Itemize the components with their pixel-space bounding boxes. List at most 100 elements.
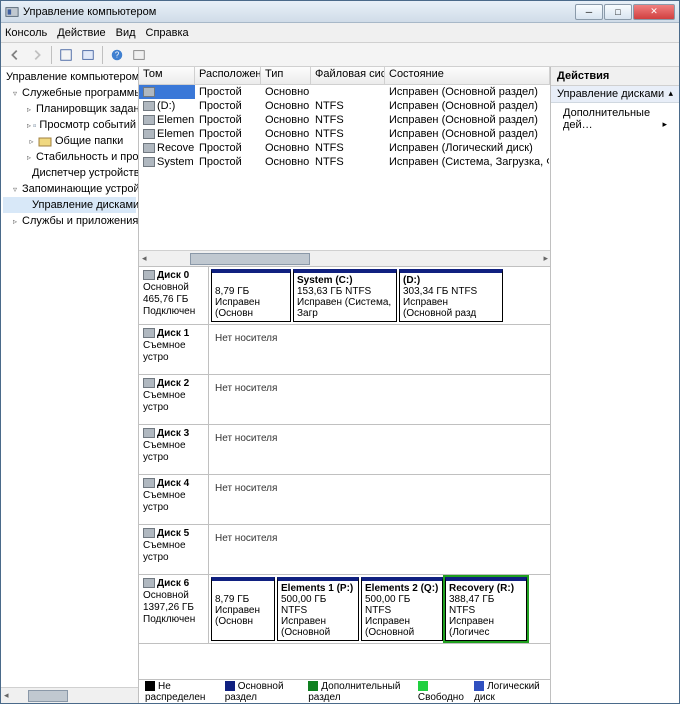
actions-header: Действия — [551, 67, 679, 86]
volume-row[interactable]: System (C:)ПростойОсновнойNTFSИсправен (… — [139, 155, 550, 169]
actions-subheader[interactable]: Управление дисками▴ — [551, 86, 679, 103]
expand-icon[interactable]: ▹ — [27, 105, 31, 114]
volume-row[interactable]: Recovery …ПростойОсновнойNTFSИсправен (Л… — [139, 141, 550, 155]
toolbar-btn-2[interactable] — [129, 45, 149, 65]
volume-row[interactable]: Elements …ПростойОсновнойNTFSИсправен (О… — [139, 113, 550, 127]
tree-item-devmgr[interactable]: Диспетчер устройств — [3, 165, 136, 181]
no-media-label: Нет носителя — [211, 477, 281, 522]
menu-view[interactable]: Вид — [116, 27, 136, 39]
tree-group-utils[interactable]: ▿Служебные программы — [3, 85, 136, 101]
disk-info: Диск 0Основной465,76 ГБПодключен — [139, 267, 209, 324]
disk-partitions: 8,79 ГБИсправен (ОсновнElements 1 (P:)50… — [209, 575, 550, 643]
minimize-button[interactable]: ─ — [575, 4, 603, 20]
disk-partitions: Нет носителя — [209, 475, 550, 524]
volume-row[interactable]: ПростойОсновнойИсправен (Основной раздел… — [139, 85, 550, 99]
volume-row[interactable]: (D:)ПростойОсновнойNTFSИсправен (Основно… — [139, 99, 550, 113]
svg-text:?: ? — [115, 50, 120, 59]
actions-pane: Действия Управление дисками▴ Дополнитель… — [551, 67, 679, 703]
menubar: Консоль Действие Вид Справка — [1, 23, 679, 43]
tree-item-scheduler[interactable]: ▹Планировщик заданий — [3, 101, 136, 117]
close-button[interactable]: ✕ — [633, 4, 675, 20]
partition[interactable]: Elements 1 (P:)500,00 ГБ NTFSИсправен (О… — [277, 577, 359, 641]
center-pane: Том Расположение Тип Файловая система Со… — [139, 67, 551, 703]
no-media-label: Нет носителя — [211, 427, 281, 472]
disk-graphical-pane: Диск 0Основной465,76 ГБПодключен8,79 ГБИ… — [139, 267, 550, 679]
disk-row[interactable]: Диск 2Съемное устроНет носителя — [139, 375, 550, 425]
expand-icon[interactable]: ▹ — [27, 121, 31, 130]
partition[interactable]: System (C:)153,63 ГБ NTFSИсправен (Систе… — [293, 269, 397, 322]
col-volume[interactable]: Том — [139, 67, 195, 84]
disk-info: Диск 6Основной1397,26 ГБПодключен — [139, 575, 209, 643]
tree-group-services[interactable]: ▹Службы и приложения — [3, 213, 136, 229]
back-button[interactable] — [5, 45, 25, 65]
tree-pane: Управление компьютером (л ▿Служебные про… — [1, 67, 139, 703]
volume-list: Том Расположение Тип Файловая система Со… — [139, 67, 550, 267]
legend-item: Свободно — [418, 681, 464, 703]
disk-row[interactable]: Диск 5Съемное устроНет носителя — [139, 525, 550, 575]
disk-info: Диск 1Съемное устро — [139, 325, 209, 374]
disk-row[interactable]: Диск 6Основной1397,26 ГБПодключен8,79 ГБ… — [139, 575, 550, 644]
col-type[interactable]: Тип — [261, 67, 311, 84]
legend-item: Логический диск — [474, 681, 544, 703]
expand-icon[interactable]: ▹ — [13, 217, 17, 226]
action-more[interactable]: Дополнительные дей…▸ — [551, 103, 679, 135]
tree-item-shared[interactable]: ▹Общие папки — [3, 133, 136, 149]
partition[interactable]: Recovery (R:)388,47 ГБ NTFSИсправен (Лог… — [445, 577, 527, 641]
titlebar[interactable]: Управление компьютером ─ □ ✕ — [1, 1, 679, 23]
app-icon — [5, 5, 19, 19]
partition[interactable]: (D:)303,34 ГБ NTFSИсправен (Основной раз… — [399, 269, 503, 322]
volume-row[interactable]: Elements …ПростойОсновнойNTFSИсправен (О… — [139, 127, 550, 141]
disk-info: Диск 5Съемное устро — [139, 525, 209, 574]
disk-row[interactable]: Диск 3Съемное устроНет носителя — [139, 425, 550, 475]
forward-button[interactable] — [27, 45, 47, 65]
legend-item: Основной раздел — [225, 681, 299, 703]
legend: Не распределен Основной раздел Дополнитель… — [139, 679, 550, 703]
partition[interactable]: 8,79 ГБИсправен (Основн — [211, 577, 275, 641]
partition[interactable]: 8,79 ГБИсправен (Основн — [211, 269, 291, 322]
no-media-label: Нет носителя — [211, 527, 281, 572]
disk-info: Диск 3Съемное устро — [139, 425, 209, 474]
collapse-icon[interactable]: ▿ — [13, 89, 17, 98]
disk-info: Диск 2Съемное устро — [139, 375, 209, 424]
col-layout[interactable]: Расположение — [195, 67, 261, 84]
refresh-button[interactable] — [78, 45, 98, 65]
disk-row[interactable]: Диск 1Съемное устроНет носителя — [139, 325, 550, 375]
chevron-right-icon: ▸ — [662, 119, 667, 130]
tree-root[interactable]: Управление компьютером (л — [3, 69, 136, 85]
no-media-label: Нет носителя — [211, 327, 281, 372]
toolbar-btn-1[interactable] — [56, 45, 76, 65]
tree-item-diskmgmt[interactable]: Управление дисками — [3, 197, 136, 213]
legend-item: Дополнительный раздел — [308, 681, 408, 703]
expand-icon[interactable]: ▹ — [27, 153, 31, 162]
disk-partitions: Нет носителя — [209, 325, 550, 374]
tree-item-events[interactable]: ▹Просмотр событий — [3, 117, 136, 133]
col-status[interactable]: Состояние — [385, 67, 550, 84]
tree-group-storage[interactable]: ▿Запоминающие устройст — [3, 181, 136, 197]
tree-hscrollbar[interactable]: ◂ — [1, 687, 138, 703]
window-title: Управление компьютером — [23, 6, 575, 18]
disk-info: Диск 4Съемное устро — [139, 475, 209, 524]
disk-row[interactable]: Диск 0Основной465,76 ГБПодключен8,79 ГБИ… — [139, 267, 550, 325]
partition[interactable]: Elements 2 (Q:)500,00 ГБ NTFSИсправен (О… — [361, 577, 443, 641]
toolbar: ? — [1, 43, 679, 67]
disk-partitions: Нет носителя — [209, 375, 550, 424]
no-media-label: Нет носителя — [211, 377, 281, 422]
collapse-icon[interactable]: ▿ — [13, 185, 17, 194]
col-fs[interactable]: Файловая система — [311, 67, 385, 84]
maximize-button[interactable]: □ — [604, 4, 632, 20]
legend-item: Не распределен — [145, 681, 215, 703]
expand-icon[interactable]: ▹ — [27, 137, 36, 146]
menu-help[interactable]: Справка — [146, 27, 189, 39]
disk-row[interactable]: Диск 4Съемное устроНет носителя — [139, 475, 550, 525]
app-window: Управление компьютером ─ □ ✕ Консоль Дей… — [0, 0, 680, 704]
menu-action[interactable]: Действие — [57, 27, 105, 39]
volume-header: Том Расположение Тип Файловая система Со… — [139, 67, 550, 85]
chevron-up-icon: ▴ — [668, 88, 673, 100]
disk-partitions: Нет носителя — [209, 525, 550, 574]
help-button[interactable]: ? — [107, 45, 127, 65]
volume-hscrollbar[interactable]: ◂▸ — [139, 250, 550, 266]
tree-item-reliability[interactable]: ▹Стабильность и произ — [3, 149, 136, 165]
disk-partitions: Нет носителя — [209, 425, 550, 474]
menu-console[interactable]: Консоль — [5, 27, 47, 39]
disk-partitions: 8,79 ГБИсправен (ОсновнSystem (C:)153,63… — [209, 267, 550, 324]
